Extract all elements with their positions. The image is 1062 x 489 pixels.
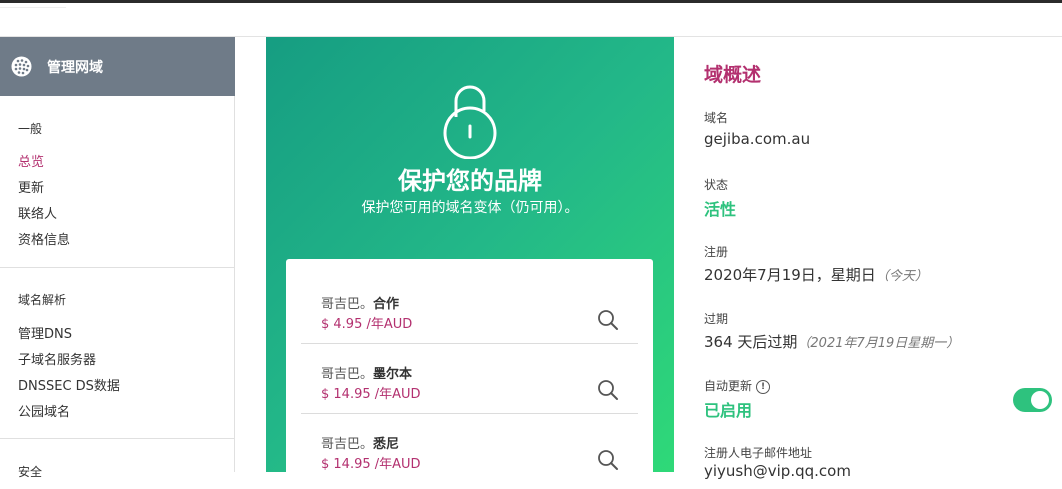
suggested-domain: 哥吉巴。悉尼 — [321, 437, 400, 452]
padlock-icon — [443, 85, 497, 159]
price: $ 14.95 /年AUD — [321, 457, 421, 472]
list-item[interactable]: 哥吉巴。墨尔本 $ 14.95 /年AUD — [301, 344, 638, 413]
sidebar-divider — [0, 267, 234, 268]
list-item[interactable]: 哥吉巴。合作 $ 4.95 /年AUD — [301, 274, 638, 343]
search-icon[interactable] — [597, 449, 619, 471]
expiry-label: 过期 — [704, 312, 729, 326]
sidebar-item-manage-dns[interactable]: 管理DNS — [18, 323, 72, 342]
top-bar — [0, 0, 1062, 3]
suggested-domain: 哥吉巴。墨尔本 — [321, 367, 413, 382]
price: $ 14.95 /年AUD — [321, 387, 421, 402]
sidebar-divider — [0, 438, 234, 439]
autorenew-toggle[interactable] — [1013, 388, 1052, 412]
sidebar: 管理网域 一般 总览 更新 联络人 资格信息 域名解析 管理DNS 子域名服务器… — [0, 37, 235, 479]
section-heading-general: 一般 — [18, 122, 43, 136]
suggested-domain: 哥吉巴。合作 — [321, 297, 400, 312]
price: $ 4.95 /年AUD — [321, 317, 413, 332]
sidebar-item-park-domain[interactable]: 公园域名 — [18, 401, 70, 420]
search-icon[interactable] — [597, 309, 619, 331]
registrant-email-value: yiyush@vip.qq.com — [704, 462, 851, 480]
toggle-knob — [1031, 391, 1049, 409]
status-badge: 活性 — [704, 200, 737, 219]
sidebar-item-renew[interactable]: 更新 — [18, 177, 44, 196]
domain-value: gejiba.com.au — [704, 130, 811, 148]
globe-icon — [11, 56, 32, 77]
registrant-email-label: 注册人电子邮件地址 — [704, 446, 813, 460]
sidebar-item-nameservers[interactable]: 子域名服务器 — [18, 349, 96, 368]
top-divider-faint — [0, 7, 66, 8]
registered-value: 2020年7月19日，星期日（今天） — [704, 266, 928, 284]
status-label: 状态 — [704, 178, 729, 192]
sidebar-item-overview[interactable]: 总览 — [18, 151, 44, 170]
domain-suggestions-card: 哥吉巴。合作 $ 4.95 /年AUD 哥吉巴。墨尔本 $ 14.95 /年AU… — [286, 259, 653, 489]
sidebar-item-contacts[interactable]: 联络人 — [18, 203, 57, 222]
search-icon[interactable] — [597, 379, 619, 401]
info-icon[interactable]: ! — [756, 379, 771, 394]
autorenew-label: 自动更新! — [704, 377, 771, 394]
section-heading-dns: 域名解析 — [18, 293, 67, 307]
hero-title: 保护您的品牌 — [398, 167, 542, 195]
hero-subtitle: 保护您可用的域名变体（仍可用）。 — [361, 200, 579, 216]
sidebar-title: 管理网域 — [47, 60, 103, 76]
expiry-value: 364 天后过期（2021年7月19日星期一） — [704, 333, 960, 351]
autorenew-value: 已启用 — [704, 401, 753, 420]
sidebar-item-eligibility[interactable]: 资格信息 — [18, 229, 70, 248]
overview-title: 域概述 — [704, 64, 762, 86]
sidebar-header: 管理网域 — [0, 37, 235, 96]
domain-label: 域名 — [704, 111, 729, 125]
protect-brand-panel: 保护您的品牌 保护您可用的域名变体（仍可用）。 哥吉巴。合作 $ 4.95 /年… — [266, 37, 674, 489]
list-item[interactable]: 哥吉巴。悉尼 $ 14.95 /年AUD — [301, 414, 638, 483]
registered-label: 注册 — [704, 245, 729, 259]
sidebar-item-dnssec[interactable]: DNSSEC DS数据 — [18, 375, 120, 394]
